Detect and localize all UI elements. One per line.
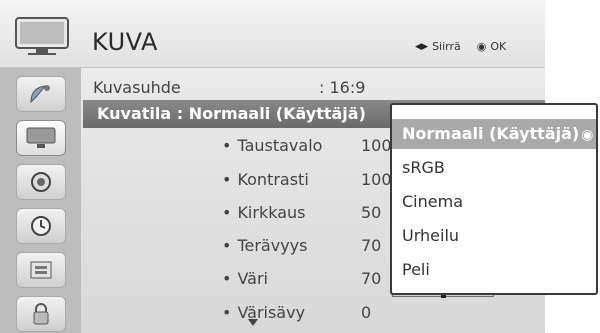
options-panel-icon bbox=[30, 261, 52, 279]
picture-mode-option-sport[interactable]: Urheilu bbox=[394, 221, 594, 251]
picture-menu-panel: KUVA ◂▸ Siirrä ◉ OK Kuvasuhde: 16:9 Kuv… bbox=[0, 0, 600, 333]
ok-hint-label: OK bbox=[490, 40, 507, 53]
tv-icon bbox=[15, 17, 69, 55]
move-hint-label: Siirrä bbox=[432, 40, 461, 53]
aspect-ratio-value: : 16:9 bbox=[319, 78, 366, 97]
menu-header: KUVA ◂▸ Siirrä ◉ OK bbox=[0, 0, 545, 68]
picture-mode-dropdown: Normaali (Käyttäjä) ◉ sRGB Cinema Urheilu… bbox=[390, 103, 598, 295]
move-arrows-icon: ◂▸ bbox=[415, 39, 429, 54]
scroll-down-arrow-icon[interactable] bbox=[248, 319, 258, 326]
rail-item-picture[interactable] bbox=[16, 120, 66, 156]
picture-mode-option-cinema[interactable]: Cinema bbox=[394, 187, 594, 217]
ok-button-icon: ◉ bbox=[476, 40, 487, 53]
setting-contrast[interactable]: • Kontrasti bbox=[222, 170, 309, 189]
speaker-icon bbox=[31, 172, 51, 192]
clock-icon bbox=[31, 216, 51, 236]
setting-color-value: 70 bbox=[361, 269, 382, 288]
rail-item-lock[interactable] bbox=[16, 296, 66, 332]
aspect-ratio-label[interactable]: Kuvasuhde bbox=[93, 78, 181, 97]
setting-backlight[interactable]: • Taustavalo bbox=[222, 136, 322, 155]
picture-mode-option-srgb[interactable]: sRGB bbox=[394, 153, 594, 183]
page-title: KUVA bbox=[92, 28, 158, 56]
setting-contrast-value: 100 bbox=[361, 170, 392, 189]
setting-tint[interactable]: • Värisävy bbox=[222, 303, 305, 322]
setting-backlight-value: 100 bbox=[361, 136, 392, 155]
picture-mode-option-game[interactable]: Peli bbox=[394, 255, 594, 285]
rail-item-options[interactable] bbox=[16, 252, 66, 288]
selected-radio-icon: ◉ bbox=[581, 127, 594, 143]
tv-screen-icon bbox=[26, 127, 56, 148]
setting-brightness[interactable]: • Kirkkaus bbox=[222, 203, 305, 222]
setting-sharpness-value: 70 bbox=[361, 236, 382, 255]
setting-brightness-value: 50 bbox=[361, 203, 382, 222]
picture-mode-option-normal[interactable]: Normaali (Käyttäjä) ◉ bbox=[392, 119, 596, 149]
setting-tint-value: 0 bbox=[361, 303, 372, 322]
picture-mode-label[interactable]: Kuvatila : Normaali (Käyttäjä) bbox=[97, 104, 366, 123]
rail-item-audio[interactable] bbox=[16, 164, 66, 200]
satellite-dish-icon bbox=[30, 85, 50, 104]
navigation-hint: ◂▸ Siirrä ◉ OK bbox=[415, 39, 506, 54]
lock-icon bbox=[33, 303, 49, 325]
rail-item-antenna[interactable] bbox=[16, 76, 66, 112]
setting-sharpness[interactable]: • Terävyys bbox=[222, 236, 307, 255]
rail-item-time[interactable] bbox=[16, 208, 66, 244]
category-rail bbox=[0, 68, 81, 333]
setting-color[interactable]: • Väri bbox=[222, 269, 268, 288]
